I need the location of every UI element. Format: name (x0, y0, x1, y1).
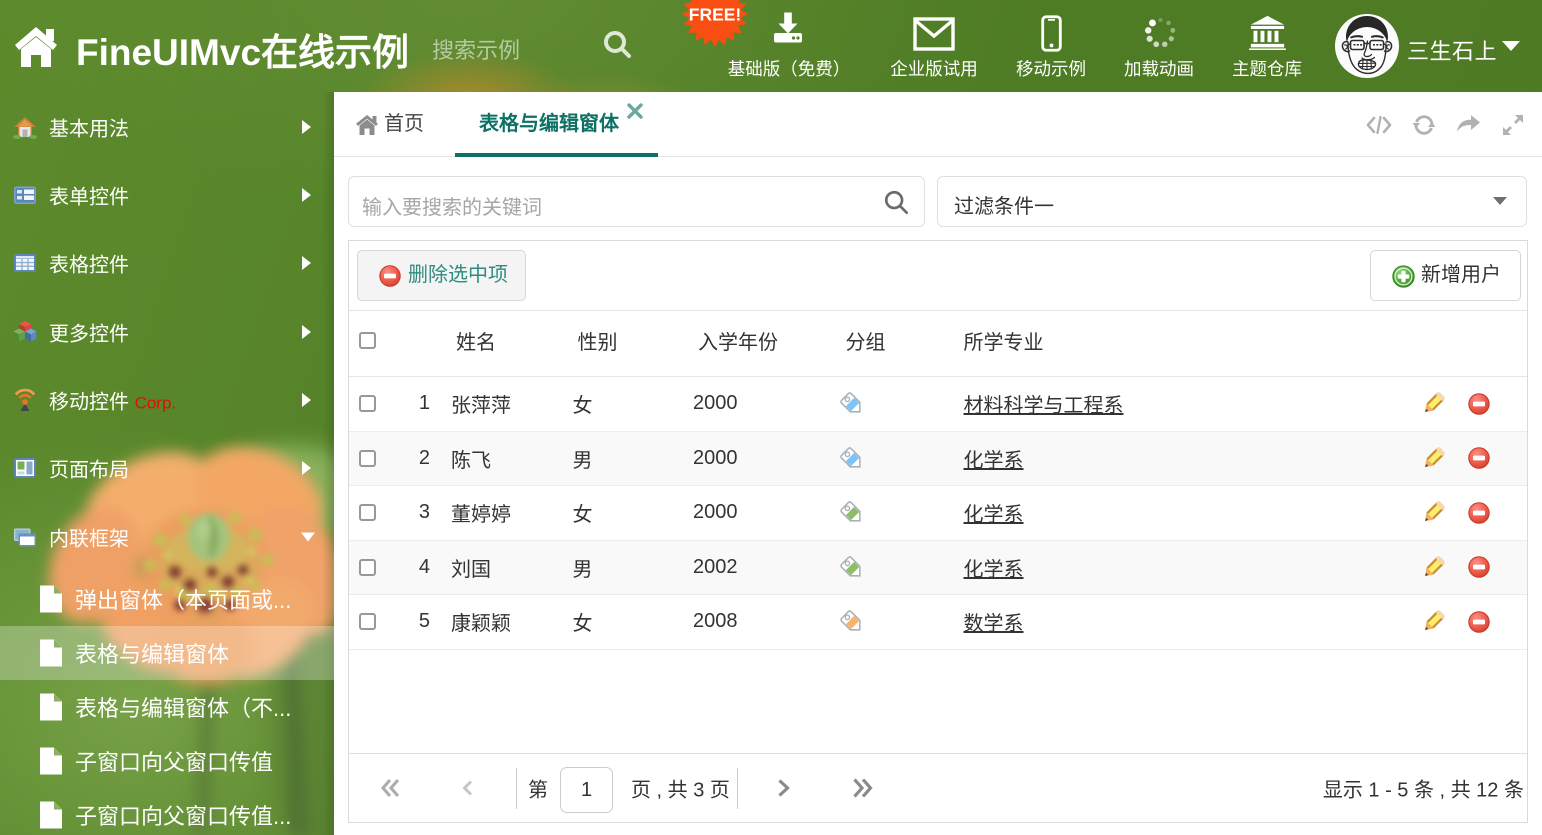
svg-text:FREE!: FREE! (689, 5, 742, 25)
